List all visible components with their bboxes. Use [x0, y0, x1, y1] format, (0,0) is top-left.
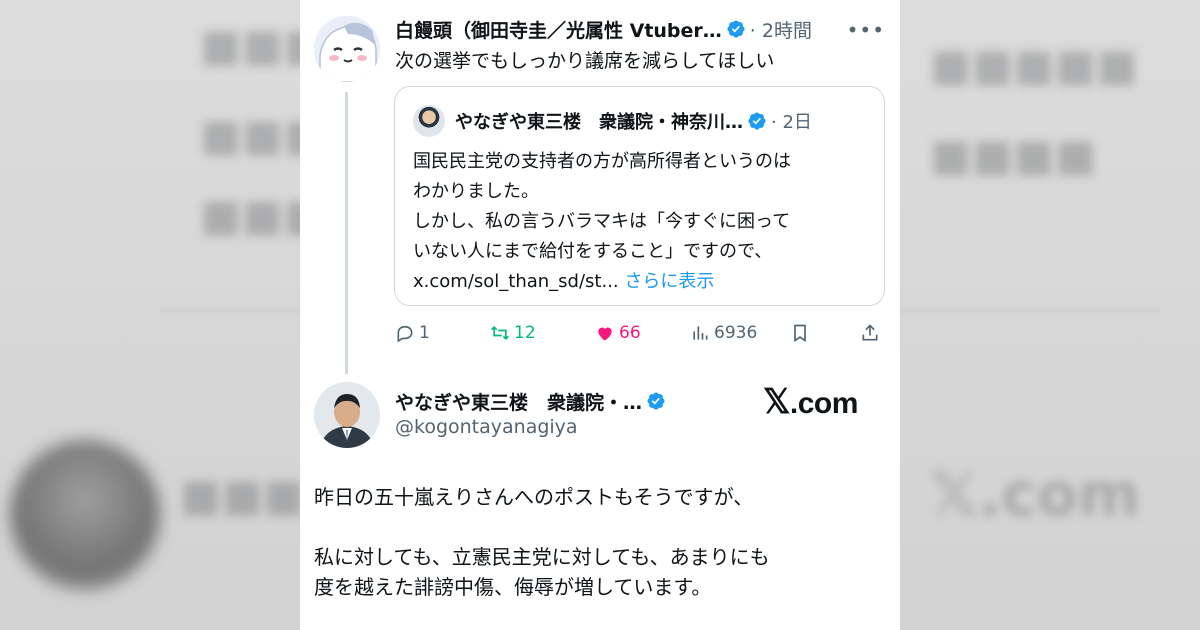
thread-connector-line	[345, 92, 348, 374]
retweet-button[interactable]: 12	[490, 323, 595, 343]
quote-author-avatar	[413, 105, 445, 137]
view-count: 6936	[714, 323, 758, 343]
x-logo: 𝕏.com	[763, 382, 858, 422]
post-line: 度を越えた誹謗中傷、侮辱が増しています。	[314, 575, 712, 599]
share-icon	[862, 324, 878, 341]
views-button[interactable]: 6936	[690, 323, 790, 343]
post-author-handle[interactable]: @kogontayanagiya	[395, 416, 578, 438]
background-avatar-blur	[10, 440, 160, 590]
quote-line: いない人にまで給付をすること」ですので、	[413, 241, 773, 262]
bookmark-button[interactable]	[790, 323, 860, 343]
reply-text: 次の選挙でもしっかり議席を減らしてほしい	[395, 50, 775, 72]
quote-line: わかりました。	[413, 181, 539, 202]
show-more-link[interactable]: さらに表示	[624, 271, 714, 292]
bookmark-icon	[794, 324, 806, 343]
post-author-avatar[interactable]	[314, 382, 380, 448]
reply-header: 白饅頭（御田寺圭／光属性 Vtuber… · 2時間 •••	[395, 14, 885, 44]
quote-line: 国民民主党の支持者の方が高所得者というのは	[413, 151, 791, 172]
quote-author-name: やなぎや東三楼 衆議院・神奈川…	[455, 112, 743, 133]
reply-avatar[interactable]	[314, 16, 380, 82]
post-author-name[interactable]: やなぎや東三楼 衆議院・…	[395, 388, 642, 415]
quote-link-line: x.com/sol_than_sd/st... さらに表示	[413, 267, 863, 297]
post-card: 白饅頭（御田寺圭／光属性 Vtuber… · 2時間 ••• 次の選挙でもしっか…	[300, 0, 900, 630]
post-body: 昨日の五十嵐えりさんへのポストもそうですが、 私に対しても、立憲民主党に対しても…	[314, 482, 884, 602]
background-text-blur: ■■■■	[930, 130, 1097, 181]
background-text-blur: ■■■■■	[930, 40, 1138, 91]
mascot-avatar-image	[314, 16, 380, 82]
reply-author-name[interactable]: 白饅頭（御田寺圭／光属性 Vtuber…	[395, 16, 722, 43]
action-bar: 1 12 66 6936	[395, 318, 885, 348]
retweet-count: 12	[514, 323, 536, 343]
share-button[interactable]	[860, 323, 884, 343]
author-photo	[314, 382, 380, 448]
post-line: 昨日の五十嵐えりさんへのポストもそうですが、	[314, 485, 754, 509]
quote-link[interactable]: x.com/sol_than_sd/st...	[413, 271, 619, 292]
reply-button[interactable]: 1	[395, 323, 490, 343]
quoted-tweet[interactable]: やなぎや東三楼 衆議院・神奈川… · 2日 国民民主党の支持者の方が高所得者とい…	[394, 86, 885, 306]
quote-header: やなぎや東三楼 衆議院・神奈川… · 2日	[413, 105, 812, 137]
post-line: 私に対しても、立憲民主党に対しても、あまりにも	[314, 545, 770, 569]
post-blank-line	[314, 512, 884, 542]
x-brand-text: .com	[789, 387, 859, 420]
like-button[interactable]: 66	[595, 323, 690, 343]
retweet-icon	[491, 325, 509, 341]
x-logo-icon: 𝕏	[763, 383, 790, 421]
quote-timestamp: · 2日	[771, 112, 812, 133]
quote-line: しかし、私の言うバラマキは「今すぐに困って	[413, 211, 791, 232]
verified-badge-icon	[748, 112, 766, 130]
reply-timestamp[interactable]: · 2時間	[750, 16, 812, 43]
analytics-icon	[693, 326, 708, 340]
background-brand-blur: 𝕏.com	[930, 460, 1141, 530]
reply-count: 1	[419, 323, 430, 343]
like-count: 66	[619, 323, 641, 343]
verified-badge-icon	[647, 392, 665, 410]
heart-icon	[598, 327, 612, 341]
more-options-icon[interactable]: •••	[847, 18, 885, 42]
reply-icon	[397, 325, 413, 343]
verified-badge-icon	[727, 20, 745, 38]
post-header: やなぎや東三楼 衆議院・…	[395, 386, 666, 416]
quote-body: 国民民主党の支持者の方が高所得者というのは わかりました。 しかし、私の言うバラ…	[413, 147, 863, 297]
